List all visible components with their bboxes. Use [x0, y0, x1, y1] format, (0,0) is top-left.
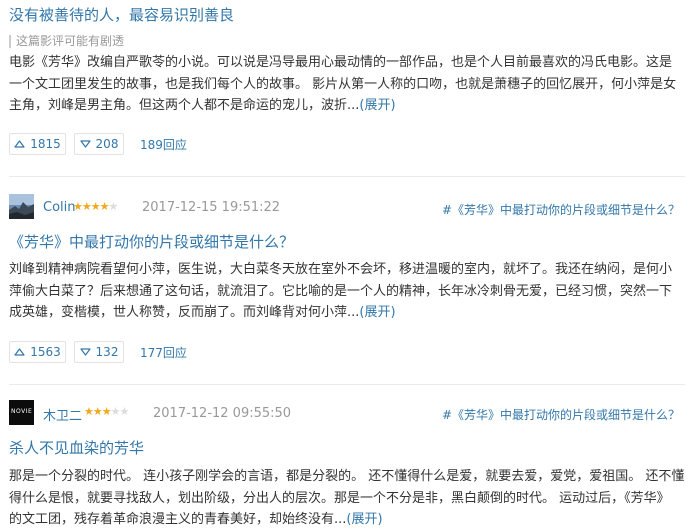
star-icon: ★: [92, 405, 103, 418]
review-line-text: 主角，刘峰是男主角。但这两个人都不是命运的宠儿，波折...: [9, 98, 360, 113]
useless-count: 132: [95, 345, 119, 359]
review-line-text: 的文工团，残存着革命浪漫主义的青春美好，却始终没有...: [9, 512, 347, 527]
review-body: 那是一个分裂的时代。 连小孩子刚学会的言语，都是分裂的。 还不懂得什么是爱，就要…: [9, 466, 689, 531]
review-line-last: 成英雄，变楷模，世人称赞，反而崩了。而刘峰背对何小萍...(展开): [9, 302, 689, 324]
star-icon: ★: [99, 200, 110, 213]
useful-count: 1815: [30, 137, 61, 151]
review-title[interactable]: 杀人不见血染的芳华: [9, 437, 144, 458]
topic-link[interactable]: #《芳华》中最打动你的片段或细节是什么？: [442, 201, 680, 218]
review-line-last: 的文工团，残存着革命浪漫主义的青春美好，却始终没有...(展开): [9, 509, 689, 531]
username[interactable]: 木卫二: [43, 405, 82, 424]
review-line: 刘峰到精神病院看望何小萍，医生说，大白菜冬天放在室外不会坏，移进温暖的室内，就坏…: [9, 262, 673, 277]
spoiler-notice: 这篇影评可能有剧透: [9, 35, 124, 48]
review-time: 2017-12-15 19:51:22: [142, 200, 281, 215]
review-line-last: 主角，刘峰是男主角。但这两个人都不是命运的宠儿，波折...(展开): [9, 95, 689, 117]
divider: [9, 176, 685, 177]
star-icon: ★: [73, 200, 83, 213]
review-line-text: 成英雄，变楷模，世人称赞，反而崩了。而刘峰背对何小萍...: [9, 305, 360, 320]
expand-link[interactable]: (展开): [359, 98, 395, 113]
star-icon: ★: [108, 200, 119, 213]
thumb-up-arrow-icon: [14, 140, 25, 148]
star-icon: ★: [101, 405, 112, 418]
review-line: 萍偷大白菜了？后来想通了这句话，就流泪了。它比喻的是一个人的精神，长年冰冷刺骨无…: [9, 283, 673, 299]
divider: [9, 384, 685, 385]
avatar-logo-text: NOVIE: [11, 408, 33, 415]
thumb-down-arrow-icon: [79, 348, 91, 356]
review-body: 电影《芳华》改编自严歌苓的小说。可以说是冯导最用心最动情的一部作品，也是个人目前…: [9, 52, 689, 117]
avatar[interactable]: NOVIE: [9, 400, 34, 425]
replies-link[interactable]: 189回应: [140, 136, 187, 153]
thumb-up-arrow-icon: [14, 348, 25, 356]
rating-stars: ★★★★★: [73, 200, 119, 213]
star-icon: ★: [90, 200, 101, 213]
useful-button[interactable]: 1563: [9, 341, 66, 363]
replies-link[interactable]: 177回应: [140, 344, 187, 361]
star-icon: ★: [84, 405, 94, 418]
review-title[interactable]: 《芳华》中最打动你的片段或细节是什么？: [9, 231, 294, 252]
review-time: 2017-12-12 09:55:50: [153, 406, 292, 421]
thumb-down-arrow-icon: [79, 140, 91, 148]
review-line: 一个文工团里发生的故事，也是我们每个人的故事。 影片从第一人称的口吻，也就是萧穗…: [9, 76, 677, 92]
avatar-image: [9, 194, 34, 219]
useless-button[interactable]: 208: [74, 133, 124, 155]
star-icon: ★: [119, 405, 130, 418]
expand-link[interactable]: (展开): [346, 512, 382, 527]
review-body: 刘峰到精神病院看望何小萍，医生说，大白菜冬天放在室外不会坏，移进温暖的室内，就坏…: [9, 259, 689, 324]
topic-link[interactable]: #《芳华》中最打动你的片段或细节是什么？: [442, 406, 680, 423]
useless-button[interactable]: 132: [74, 341, 124, 363]
useless-count: 208: [95, 137, 119, 151]
review-line: 电影《芳华》改编自严歌苓的小说。可以说是冯导最用心最动情的一部作品，也是个人目前…: [9, 55, 673, 70]
review-line: 那是一个分裂的时代。 连小孩子刚学会的言语，都是分裂的。 还不懂得什么是爱，就要…: [9, 469, 685, 484]
expand-link[interactable]: (展开): [359, 305, 395, 320]
review-title[interactable]: 没有被善待的人，最容易识别善良: [9, 4, 234, 25]
username[interactable]: Colin: [43, 200, 76, 215]
rating-stars: ★★★★★: [84, 405, 130, 418]
useful-count: 1563: [30, 345, 61, 359]
star-icon: ★: [81, 200, 92, 213]
avatar[interactable]: [9, 194, 34, 219]
star-icon: ★: [110, 405, 121, 418]
useful-button[interactable]: 1815: [9, 133, 66, 155]
review-line: 得什么是恨，就要寻找敌人，划出阶级，分出人的层次。那是一个不分是非，黑白颠倒的时…: [9, 490, 670, 506]
